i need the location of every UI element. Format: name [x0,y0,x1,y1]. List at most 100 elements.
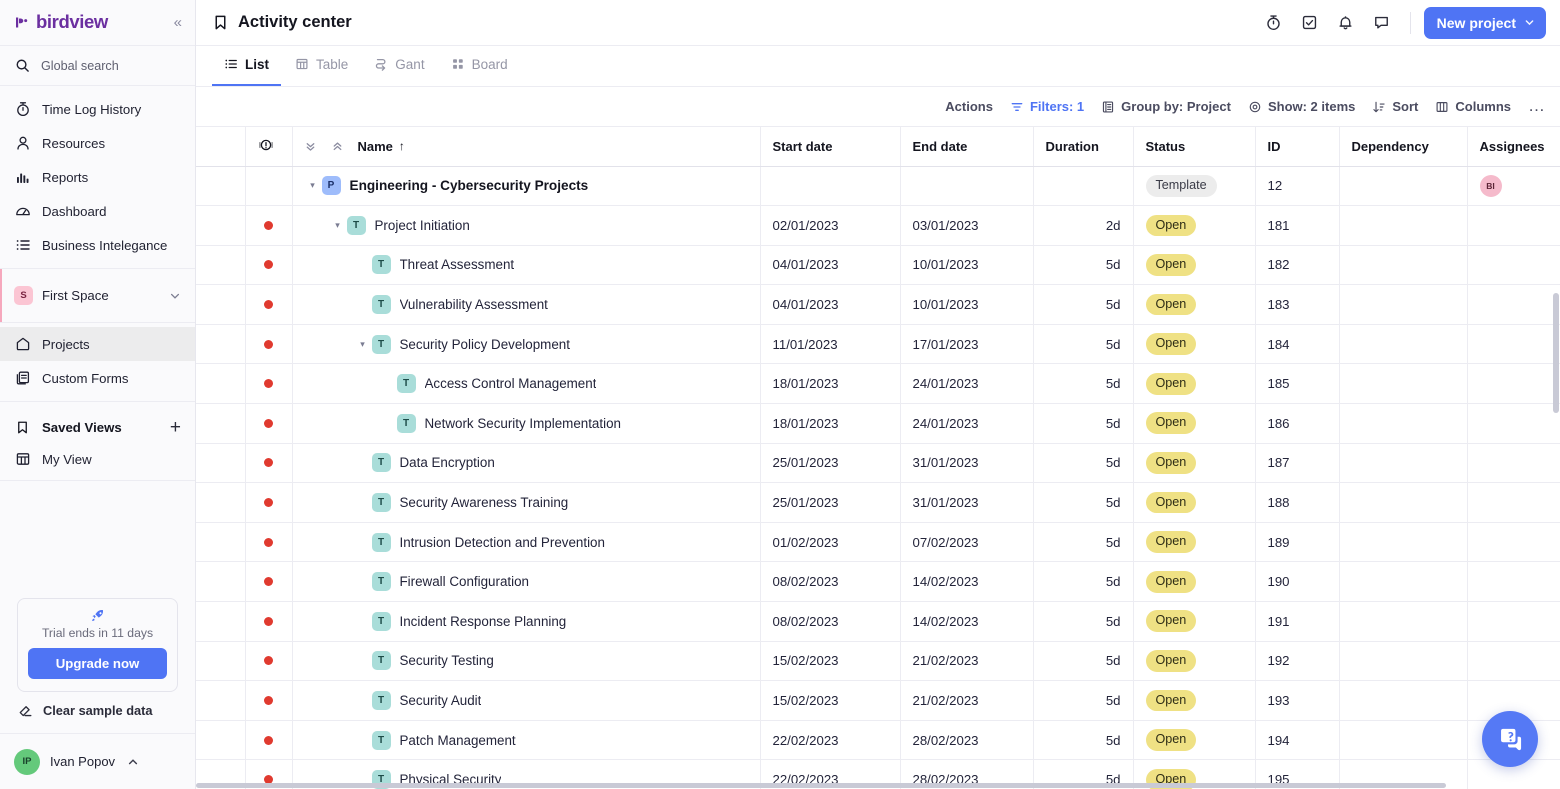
row-name-cell[interactable]: T Vulnerability Assessment [292,284,761,325]
row-status-cell[interactable]: Open [1133,324,1256,365]
new-project-button[interactable]: New project [1423,6,1546,39]
row-alert-cell[interactable] [245,403,293,444]
row-collapse-toggle-icon[interactable]: ▾ [329,220,347,231]
row-assignees-cell[interactable] [1467,561,1560,603]
sidebar-item-time-log-history[interactable]: Time Log History [0,92,195,126]
row-select-cell[interactable] [196,205,246,246]
row-end-date-cell[interactable]: 07/02/2023 [900,522,1034,563]
tab-table[interactable]: Table [283,46,360,86]
row-alert-cell[interactable] [245,522,293,563]
timer-icon[interactable] [1259,8,1289,38]
row-status-cell[interactable]: Template [1133,166,1256,207]
row-select-cell[interactable] [196,522,246,563]
row-status-cell[interactable]: Open [1133,561,1256,603]
row-status-cell[interactable]: Open [1133,363,1256,405]
data-grid-scroll-area[interactable]: Name ↑ Start date End date Duration Stat… [196,127,1560,789]
row-assignees-cell[interactable] [1467,205,1560,246]
row-id-cell[interactable]: 184 [1255,324,1340,365]
sidebar-item-business-intelegance[interactable]: Business Intelegance [0,228,195,262]
space-selector[interactable]: S First Space [0,269,195,323]
row-assignees-cell[interactable] [1467,363,1560,405]
col-id[interactable]: ID [1255,127,1340,167]
row-assignees-cell[interactable] [1467,641,1560,682]
table-row[interactable]: T Vulnerability Assessment 04/01/2023 10/01… [196,284,1560,325]
row-select-cell[interactable] [196,363,246,405]
row-duration-cell[interactable]: 5d [1033,403,1134,444]
row-select-cell[interactable] [196,720,246,761]
row-dependency-cell[interactable] [1339,680,1468,721]
filters-button[interactable]: Filters: 1 [1010,99,1084,114]
row-end-date-cell[interactable] [900,166,1034,207]
sidebar-item-reports[interactable]: Reports [0,160,195,194]
table-row[interactable]: T Firewall Configuration 08/02/2023 14/02/2… [196,561,1560,603]
row-id-cell[interactable]: 186 [1255,403,1340,444]
row-collapse-toggle-icon[interactable]: ▾ [354,339,372,350]
row-select-cell[interactable] [196,284,246,325]
row-dependency-cell[interactable] [1339,482,1468,523]
col-end-date[interactable]: End date [900,127,1034,167]
row-assignees-cell[interactable] [1467,403,1560,444]
row-alert-cell[interactable] [245,601,293,642]
row-dependency-cell[interactable] [1339,363,1468,405]
row-select-cell[interactable] [196,482,246,523]
row-start-date-cell[interactable]: 18/01/2023 [760,403,901,444]
row-start-date-cell[interactable]: 15/02/2023 [760,680,901,721]
task-check-icon[interactable] [1295,8,1325,38]
row-end-date-cell[interactable]: 24/01/2023 [900,363,1034,405]
row-assignees-cell[interactable] [1467,324,1560,365]
row-id-cell[interactable]: 12 [1255,166,1340,207]
row-assignees-cell[interactable] [1467,284,1560,325]
row-assignees-cell[interactable] [1467,245,1560,286]
row-dependency-cell[interactable] [1339,522,1468,563]
table-row[interactable]: T Security Testing 15/02/2023 21/02/2023 5d O… [196,641,1560,682]
chevrons-down-icon[interactable] [304,140,317,153]
row-id-cell[interactable]: 189 [1255,522,1340,563]
row-alert-cell[interactable] [245,482,293,523]
help-button[interactable] [1482,711,1538,767]
row-status-cell[interactable]: Open [1133,641,1256,682]
bookmark-icon[interactable] [212,14,229,31]
row-id-cell[interactable]: 192 [1255,641,1340,682]
row-name-cell[interactable]: T Patch Management [292,720,761,761]
horizontal-scrollbar[interactable] [196,782,1560,789]
row-collapse-toggle-icon[interactable]: ▾ [304,180,322,191]
row-id-cell[interactable]: 190 [1255,561,1340,603]
vertical-scrollbar-thumb[interactable] [1553,293,1559,413]
row-duration-cell[interactable]: 5d [1033,561,1134,603]
row-status-cell[interactable]: Open [1133,522,1256,563]
col-alert-status[interactable] [245,127,293,167]
row-start-date-cell[interactable]: 02/01/2023 [760,205,901,246]
table-row[interactable]: T Network Security Implementation 18/01/20… [196,403,1560,444]
row-alert-cell[interactable] [245,720,293,761]
row-duration-cell[interactable] [1033,166,1134,207]
row-alert-cell[interactable] [245,561,293,603]
row-name-cell[interactable]: T Firewall Configuration [292,561,761,603]
table-row[interactable]: T Security Awareness Training 25/01/2023 31… [196,482,1560,523]
row-dependency-cell[interactable] [1339,720,1468,761]
row-status-cell[interactable]: Open [1133,720,1256,761]
row-start-date-cell[interactable]: 04/01/2023 [760,284,901,325]
row-id-cell[interactable]: 182 [1255,245,1340,286]
row-end-date-cell[interactable]: 31/01/2023 [900,482,1034,523]
row-status-cell[interactable]: Open [1133,482,1256,523]
table-row[interactable]: T Intrusion Detection and Prevention 01/02… [196,522,1560,563]
row-id-cell[interactable]: 191 [1255,601,1340,642]
row-duration-cell[interactable]: 5d [1033,641,1134,682]
table-row[interactable]: T Threat Assessment 04/01/2023 10/01/2023 5d… [196,245,1560,286]
table-row[interactable]: ▾ T Security Policy Development 11/01/2023 1… [196,324,1560,365]
row-dependency-cell[interactable] [1339,245,1468,286]
table-row[interactable]: T Security Audit 15/02/2023 21/02/2023 5d Ope… [196,680,1560,721]
row-alert-cell[interactable] [245,363,293,405]
chevrons-up-icon[interactable] [331,140,344,153]
row-end-date-cell[interactable]: 24/01/2023 [900,403,1034,444]
clear-sample-data-button[interactable]: Clear sample data [0,702,195,733]
row-name-cell[interactable]: T Intrusion Detection and Prevention [292,522,761,563]
row-name-cell[interactable]: T Incident Response Planning [292,601,761,642]
row-dependency-cell[interactable] [1339,601,1468,642]
row-duration-cell[interactable]: 5d [1033,245,1134,286]
row-start-date-cell[interactable] [760,166,901,207]
row-name-cell[interactable]: T Threat Assessment [292,245,761,286]
row-name-cell[interactable]: ▾ P Engineering - Cybersecurity Projects [292,166,761,207]
sidebar-item-projects[interactable]: Projects [0,327,195,361]
row-end-date-cell[interactable]: 28/02/2023 [900,720,1034,761]
